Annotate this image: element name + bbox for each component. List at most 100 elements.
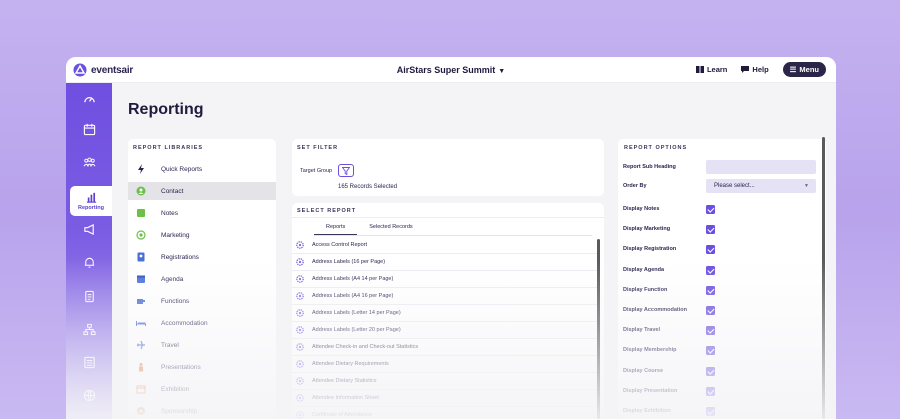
page-scrollbar[interactable] <box>822 137 825 419</box>
report-row[interactable]: Attendee Dietary Requirements <box>292 356 597 373</box>
bell-icon <box>84 257 94 268</box>
report-row[interactable]: Certificate of Attendance <box>292 407 597 419</box>
library-item-label: Accommodation <box>161 319 208 327</box>
learn-button[interactable]: Learn <box>695 65 727 74</box>
report-gear-icon <box>296 258 304 266</box>
option-checkbox[interactable] <box>706 285 715 295</box>
menu-button[interactable]: ☰ Menu <box>782 62 826 77</box>
tab-reports[interactable]: Reports <box>314 224 358 235</box>
nav-structure[interactable] <box>66 323 112 336</box>
library-item-contact[interactable]: Contact <box>128 182 276 200</box>
report-row[interactable]: Address Labels (Letter 20 per Page) <box>292 322 597 339</box>
option-checkbox[interactable] <box>706 346 715 356</box>
option-label: Display Travel <box>623 327 660 334</box>
option-checkbox[interactable] <box>706 225 715 235</box>
report-row-label: Address Labels (16 per Page) <box>312 259 386 265</box>
chevron-down-icon: ▼ <box>804 183 809 189</box>
option-label: Display Notes <box>623 206 660 212</box>
help-button[interactable]: Help <box>741 65 769 74</box>
library-item-notes[interactable]: Notes <box>128 204 276 222</box>
library-item-exhibition[interactable]: Exhibition <box>128 380 276 398</box>
nav-documents[interactable] <box>66 290 112 303</box>
option-checkbox[interactable] <box>706 245 715 255</box>
option-label: Display Accommodation <box>623 307 687 313</box>
report-row[interactable]: Address Labels (A4 16 per Page) <box>292 288 597 305</box>
nav-reporting-label: Reporting <box>78 205 104 211</box>
nav-lists[interactable] <box>66 356 112 369</box>
report-options-panel: REPORT OPTIONS Report Sub Heading Order … <box>618 139 826 419</box>
report-gear-icon <box>296 309 304 317</box>
report-row[interactable]: Address Labels (16 per Page) <box>292 254 597 271</box>
report-row-label: Address Labels (A4 14 per Page) <box>312 276 394 282</box>
library-item-presentations[interactable]: Presentations <box>128 358 276 376</box>
order-by-select[interactable]: Please select... ▼ <box>706 179 816 193</box>
nav-marketing[interactable] <box>66 223 112 236</box>
nav-reporting[interactable]: Reporting <box>70 186 112 216</box>
report-row[interactable]: Attendee Dietary Statistics <box>292 373 597 390</box>
target-group-filter-button[interactable] <box>338 164 354 177</box>
help-chat-icon <box>741 66 750 73</box>
report-row-label: Address Labels (Letter 20 per Page) <box>312 327 401 333</box>
report-row-label: Attendee Dietary Requirements <box>312 361 389 367</box>
option-checkbox[interactable] <box>706 407 715 416</box>
library-item-label: Functions <box>161 297 190 305</box>
report-row[interactable]: Access Control Report <box>292 237 597 254</box>
nav-notifications[interactable] <box>66 256 112 269</box>
report-libraries-heading: REPORT LIBRARIES <box>133 145 204 151</box>
library-item-label: Agenda <box>161 275 184 283</box>
nav-dashboard[interactable] <box>66 93 112 106</box>
nav-web[interactable] <box>66 389 112 402</box>
set-filter-panel: SET FILTER Target Group 165 Records Sele… <box>292 139 604 196</box>
report-row-label: Address Labels (A4 16 per Page) <box>312 293 394 299</box>
library-item-accommodation[interactable]: Accommodation <box>128 314 276 332</box>
sponsor-icon <box>137 407 145 415</box>
option-label: Display Course <box>623 367 664 374</box>
report-row-label: Access Control Report <box>312 242 368 248</box>
hamburger-icon: ☰ <box>789 65 797 74</box>
library-item-agenda[interactable]: Agenda <box>128 270 276 288</box>
option-label: Display Presentation <box>623 387 678 394</box>
report-gear-icon <box>296 343 304 351</box>
option-checkbox[interactable] <box>706 205 715 214</box>
option-checkbox[interactable] <box>706 265 715 275</box>
help-label: Help <box>752 65 769 74</box>
booth-icon <box>136 385 146 394</box>
report-row[interactable]: Attendee Check-in and Check-out Statisti… <box>292 339 597 356</box>
report-list-scrollbar[interactable] <box>597 239 600 419</box>
records-selected-count: 165 Records Selected <box>338 184 398 190</box>
option-label: Display Marketing <box>623 226 671 233</box>
library-item-travel[interactable]: Travel <box>128 336 276 354</box>
filter-icon <box>342 166 350 175</box>
book-icon <box>695 66 704 73</box>
option-checkbox[interactable] <box>706 306 715 315</box>
page-title: Reporting <box>128 101 204 118</box>
report-row-label: Attendee Information Sheet <box>312 395 379 401</box>
library-item-functions[interactable]: Functions <box>128 292 276 310</box>
option-checkbox[interactable] <box>706 326 715 336</box>
report-tabs: Reports Selected Records <box>314 224 425 235</box>
report-row-label: Address Labels (Letter 14 per Page) <box>312 310 401 316</box>
library-item-quick-reports[interactable]: Quick Reports <box>128 160 276 178</box>
option-checkbox[interactable] <box>706 366 715 376</box>
nav-calendar[interactable] <box>66 123 112 136</box>
calendar-icon <box>83 123 95 136</box>
set-filter-heading: SET FILTER <box>297 145 339 151</box>
report-row[interactable]: Address Labels (A4 14 per Page) <box>292 271 597 288</box>
note-icon <box>137 209 145 217</box>
library-item-label: Sponsorship <box>161 407 198 415</box>
library-item-registrations[interactable]: Registrations <box>128 248 276 266</box>
library-item-marketing[interactable]: Marketing <box>128 226 276 244</box>
option-checkbox[interactable] <box>706 386 715 396</box>
report-row-label: Attendee Check-in and Check-out Statisti… <box>312 344 419 350</box>
nav-contacts[interactable] <box>66 156 112 169</box>
report-gear-icon <box>296 411 304 419</box>
report-sub-heading-input[interactable] <box>706 160 816 174</box>
library-item-sponsorship[interactable]: Sponsorship <box>128 402 276 419</box>
report-row[interactable]: Attendee Information Sheet <box>292 390 597 407</box>
library-item-label: Presentations <box>161 363 201 371</box>
report-options-heading: REPORT OPTIONS <box>624 145 688 151</box>
tab-selected-records[interactable]: Selected Records <box>357 224 424 235</box>
report-row[interactable]: Address Labels (Letter 14 per Page) <box>292 305 597 322</box>
target-group-label: Target Group <box>300 168 333 174</box>
reporting-icon <box>86 192 96 203</box>
